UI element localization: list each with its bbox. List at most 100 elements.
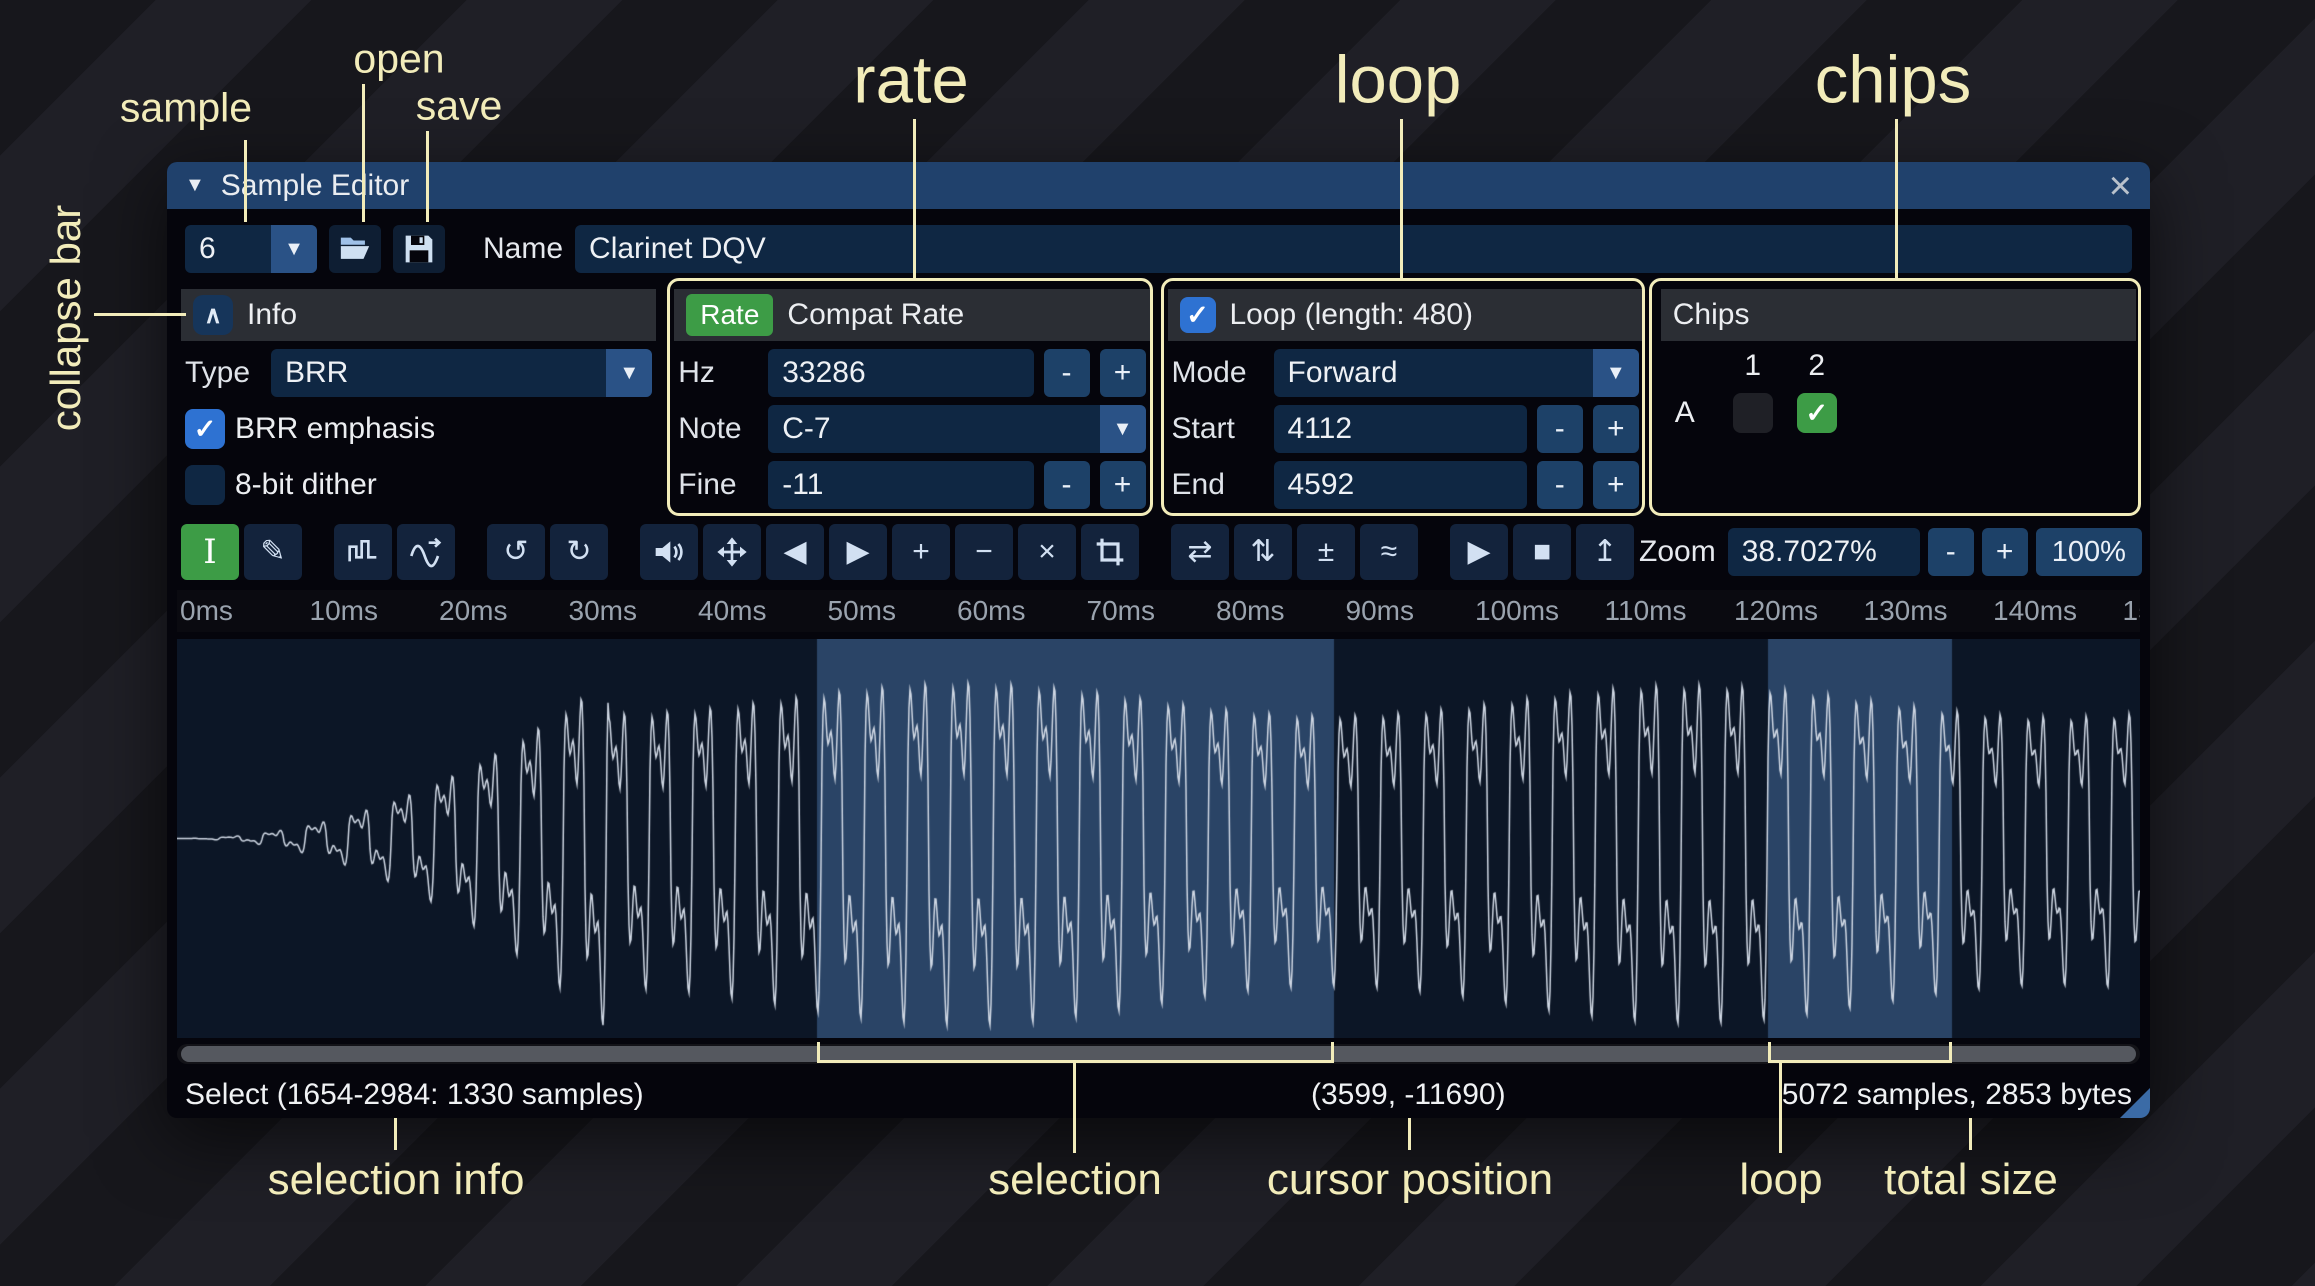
timeline-label: 50ms bbox=[828, 595, 896, 627]
sample-name-input[interactable]: Clarinet DQV bbox=[575, 225, 2132, 273]
delete-button[interactable]: × bbox=[1018, 524, 1076, 580]
resize-grip[interactable] bbox=[2120, 1088, 2150, 1118]
file-row: 6 ▼ Name Clarinet DQV bbox=[185, 224, 2132, 274]
timeline-label: 80ms bbox=[1216, 595, 1284, 627]
annotation-save: save bbox=[416, 83, 503, 130]
draw-mode-button[interactable]: ✎ bbox=[244, 524, 302, 580]
total-size-text: 5072 samples, 2853 bytes bbox=[1782, 1078, 2132, 1112]
annotation-box-chips bbox=[1649, 278, 2141, 516]
zoom-value: 38.7027% bbox=[1742, 535, 1877, 569]
open-button[interactable] bbox=[329, 225, 381, 273]
insert-silence-button[interactable]: + bbox=[892, 524, 950, 580]
timeline-label: 70ms bbox=[1087, 595, 1155, 627]
annotation-line-chips bbox=[1895, 119, 1898, 278]
annotation-line-selection-info bbox=[394, 1118, 397, 1150]
annotation-total-size: total size bbox=[1884, 1155, 2058, 1205]
fade-out-button[interactable]: ▶ bbox=[829, 524, 887, 580]
invert-button[interactable]: ⇅ bbox=[1234, 524, 1292, 580]
timeline-label: 130ms bbox=[1864, 595, 1948, 627]
sign-flip-button[interactable]: ± bbox=[1297, 524, 1355, 580]
annotation-loop-bottom: loop bbox=[1739, 1155, 1822, 1205]
normalize-button[interactable] bbox=[703, 524, 761, 580]
preview-stop-button[interactable]: ■ bbox=[1513, 524, 1571, 580]
stop-icon: ■ bbox=[1533, 537, 1551, 567]
zoom-out-button[interactable]: - bbox=[1928, 528, 1974, 576]
annotation-line-save bbox=[426, 131, 429, 222]
dither-label: 8-bit dither bbox=[235, 468, 377, 502]
reverse-button[interactable]: ⇄ bbox=[1171, 524, 1229, 580]
timeline-label: 20ms bbox=[439, 595, 507, 627]
resize-waveform-icon bbox=[347, 536, 379, 568]
sample-slot-select[interactable]: 6 ▼ bbox=[185, 225, 317, 273]
open-folder-icon bbox=[338, 232, 372, 266]
selection-info-text: Select (1654-2984: 1330 samples) bbox=[185, 1078, 644, 1112]
type-row: Type BRR ▼ bbox=[181, 349, 656, 397]
window-title: Sample Editor bbox=[221, 169, 409, 203]
window-titlebar[interactable]: ▼ Sample Editor × bbox=[167, 162, 2150, 209]
zoom-in-button[interactable]: + bbox=[1982, 528, 2028, 576]
fade-in-button[interactable]: ◀ bbox=[766, 524, 824, 580]
chevron-down-icon: ▼ bbox=[606, 349, 652, 397]
timeline-label: 100ms bbox=[1475, 595, 1559, 627]
annotation-sample: sample bbox=[120, 85, 252, 132]
waveform-display[interactable] bbox=[177, 639, 2140, 1038]
annotation-selection: selection bbox=[988, 1155, 1162, 1205]
filter-button[interactable]: ≈ bbox=[1360, 524, 1418, 580]
annotation-box-rate bbox=[667, 278, 1153, 516]
check-icon: ✓ bbox=[194, 414, 217, 445]
annotation-loop: loop bbox=[1335, 42, 1462, 119]
resample-button[interactable] bbox=[397, 524, 455, 580]
timeline-label: 90ms bbox=[1346, 595, 1414, 627]
play-icon: ▶ bbox=[1467, 537, 1490, 567]
amplify-button[interactable] bbox=[640, 524, 698, 580]
status-bar: Select (1654-2984: 1330 samples) (3599, … bbox=[185, 1074, 2132, 1114]
apply-silence-button[interactable]: − bbox=[955, 524, 1013, 580]
delete-x-icon: × bbox=[1038, 537, 1056, 567]
annotation-chips: chips bbox=[1815, 42, 1971, 119]
fade-in-icon: ◀ bbox=[783, 537, 806, 567]
preview-play-button[interactable]: ▶ bbox=[1450, 524, 1508, 580]
zoom-input[interactable]: 38.7027% bbox=[1728, 528, 1920, 576]
resize-button[interactable] bbox=[334, 524, 392, 580]
collapse-bar-button[interactable]: ∧ bbox=[193, 295, 233, 335]
info-panel: ∧ Info Type BRR ▼ ✓ BRR emphasis bbox=[181, 289, 656, 509]
cursor-position-text: (3599, -11690) bbox=[1311, 1078, 1506, 1112]
type-select[interactable]: BRR ▼ bbox=[271, 349, 652, 397]
annotation-line-loop bbox=[1400, 119, 1403, 278]
dither-checkbox[interactable] bbox=[185, 465, 225, 505]
upload-button[interactable]: ↥ bbox=[1576, 524, 1634, 580]
zoom-reset-button[interactable]: 100% bbox=[2036, 528, 2142, 576]
brr-emphasis-row: ✓ BRR emphasis bbox=[181, 405, 656, 453]
plus-icon: + bbox=[912, 537, 930, 567]
redo-button[interactable]: ↻ bbox=[550, 524, 608, 580]
reverse-arrows-icon: ⇄ bbox=[1187, 537, 1212, 567]
zoom-label: Zoom bbox=[1639, 535, 1716, 569]
wave-filter-icon: ≈ bbox=[1381, 537, 1397, 567]
ibeam-cursor-icon: I bbox=[203, 535, 216, 569]
dither-row: 8-bit dither bbox=[181, 461, 656, 509]
undo-button[interactable]: ↺ bbox=[487, 524, 545, 580]
select-mode-button[interactable]: I bbox=[181, 524, 239, 580]
trim-button[interactable] bbox=[1081, 524, 1139, 580]
info-header[interactable]: ∧ Info bbox=[181, 289, 656, 341]
timeline-label: 140ms bbox=[1993, 595, 2077, 627]
type-label: Type bbox=[185, 356, 261, 390]
timeline-label: 150ms bbox=[2123, 595, 2141, 627]
annotation-line-collapse bbox=[94, 313, 186, 316]
brr-emphasis-label: BRR emphasis bbox=[235, 412, 435, 446]
desktop-background: ▼ Sample Editor × 6 ▼ bbox=[0, 0, 2315, 1286]
annotation-line-loop-bottom bbox=[1779, 1063, 1782, 1153]
window-collapse-icon[interactable]: ▼ bbox=[185, 174, 205, 197]
annotation-cursor-position: cursor position bbox=[1267, 1155, 1553, 1205]
close-icon[interactable]: × bbox=[2109, 166, 2132, 206]
save-button[interactable] bbox=[393, 225, 445, 273]
timeline-label: 10ms bbox=[310, 595, 378, 627]
annotation-open: open bbox=[353, 36, 444, 83]
undo-icon: ↺ bbox=[503, 537, 528, 567]
redo-icon: ↻ bbox=[566, 537, 591, 567]
brr-emphasis-checkbox[interactable]: ✓ bbox=[185, 409, 225, 449]
timeline-ruler[interactable]: 0ms10ms20ms30ms40ms50ms60ms70ms80ms90ms1… bbox=[177, 590, 2140, 632]
timeline-label: 30ms bbox=[569, 595, 637, 627]
sample-slot-value: 6 bbox=[185, 232, 271, 266]
speaker-icon bbox=[653, 536, 685, 568]
